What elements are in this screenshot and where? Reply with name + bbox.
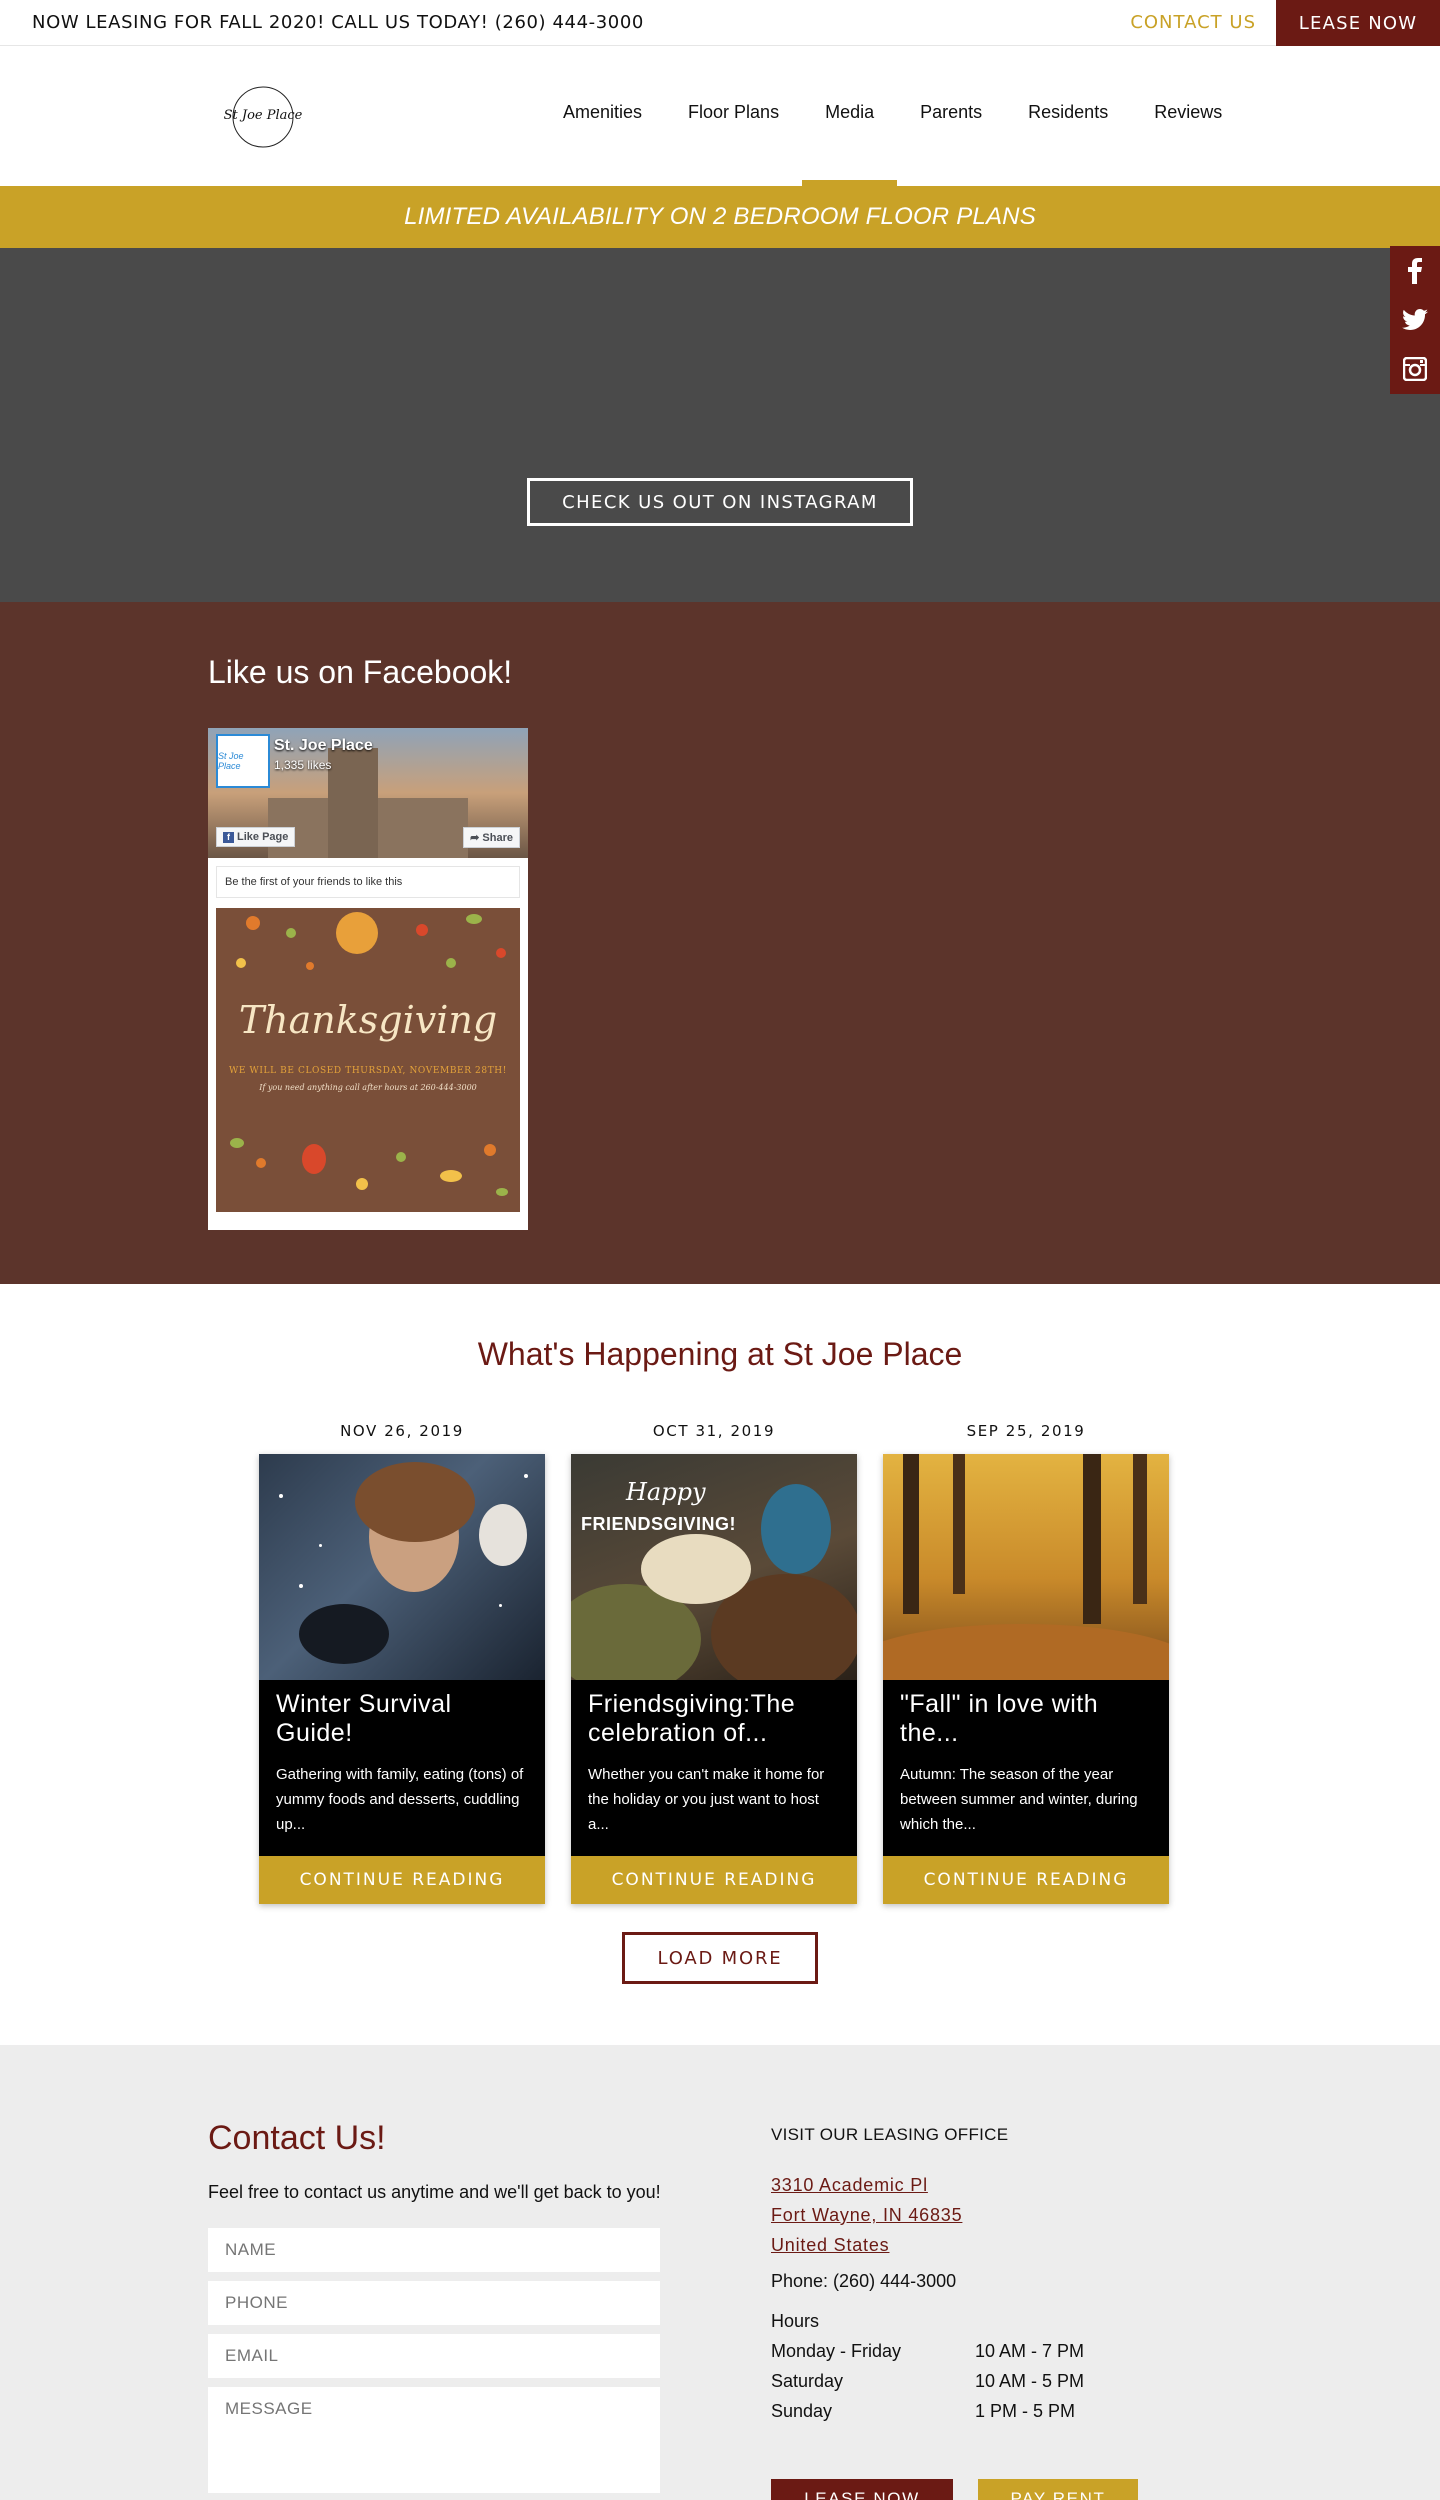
blog-card: SEP 25, 2019 "Fall" in love with the... … [883,1422,1169,1904]
contact-heading: Contact Us! [208,2119,386,2157]
logo-text: St Joe Place [223,108,303,123]
card-title[interactable]: Friendsgiving:The celebration of... [588,1690,840,1748]
facebook-page-name[interactable]: St. Joe Place [274,737,373,755]
card-date: NOV 26, 2019 [340,1422,464,1440]
nav-floor-plans[interactable]: Floor Plans [665,46,802,186]
happening-title: What's Happening at St Joe Place [477,1336,963,1372]
nav-reviews[interactable]: Reviews [1131,46,1245,186]
office-phone: Phone: (260) 444-3000 [771,2271,957,2291]
nav-media[interactable]: Media [802,46,898,186]
card-title[interactable]: "Fall" in love with the... [900,1690,1152,1748]
load-more-button[interactable]: LOAD MORE [622,1932,818,1984]
card-excerpt: Autumn: The season of the year between s… [900,1766,1138,1833]
instagram-button[interactable]: CHECK US OUT ON INSTAGRAM [527,478,913,526]
nav-amenities[interactable]: Amenities [540,46,665,186]
message-field[interactable] [208,2387,660,2493]
facebook-section: Like us on Facebook! St Joe Place St. Jo… [0,602,1440,1284]
facebook-avatar[interactable]: St Joe Place [216,734,270,788]
main-nav: Amenities Floor Plans Media Parents Resi… [540,46,1245,186]
lease-now-button[interactable]: LEASE NOW [1276,0,1440,46]
nav-residents[interactable]: Residents [1005,46,1131,186]
facebook-heading: Like us on Facebook! [208,654,513,690]
availability-banner: LIMITED AVAILABILITY ON 2 BEDROOM FLOOR … [0,186,1440,248]
footer-lease-now-button[interactable]: LEASE NOW [771,2479,953,2500]
contact-section: Contact Us! Feel free to contact us anyt… [0,2045,1440,2500]
card-excerpt: Gathering with family, eating (tons) of … [276,1766,524,1833]
instagram-icon[interactable] [1390,344,1440,393]
card-date: OCT 31, 2019 [652,1422,776,1440]
announcement-text: NOW LEASING FOR FALL 2020! CALL US TODAY… [32,12,644,33]
top-bar: NOW LEASING FOR FALL 2020! CALL US TODAY… [0,0,1440,46]
name-field[interactable] [208,2228,660,2272]
continue-reading-button[interactable]: CONTINUE READING [883,1856,1169,1904]
hours-day: Saturday [771,2371,844,2391]
facebook-icon[interactable] [1390,246,1440,295]
blog-card: OCT 31, 2019 Happy FRIENDSGIVING! Friend… [571,1422,857,1904]
facebook-like-label: Like Page [237,831,289,843]
post-closed-text: WE WILL BE CLOSED THURSDAY, NOVEMBER 28T… [229,1066,507,1076]
facebook-likes-count: 1,335 likes [274,758,332,772]
card-date: SEP 25, 2019 [966,1422,1086,1440]
nav-parents[interactable]: Parents [897,46,1005,186]
blog-card-body[interactable]: Winter Survival Guide! Gathering with fa… [259,1454,545,1904]
friendsgiving-happy-text: Happy [626,1478,706,1506]
phone-field[interactable] [208,2281,660,2325]
address-line-2[interactable]: Fort Wayne, IN 46835 [771,2205,962,2226]
contact-us-link[interactable]: CONTACT US [1130,12,1256,33]
address-line-3[interactable]: United States [771,2235,889,2256]
hours-time: 10 AM - 5 PM [975,2371,1085,2391]
hours-day: Monday - Friday [771,2341,902,2361]
blog-card-body[interactable]: Happy FRIENDSGIVING! Friendsgiving:The c… [571,1454,857,1904]
visit-office-label: VISIT OUR LEASING OFFICE [771,2125,1009,2144]
social-sidebar [1390,246,1440,394]
card-excerpt: Whether you can't make it home for the h… [588,1766,825,1833]
site-header: St Joe Place Amenities Floor Plans Media… [0,46,1440,186]
card-title[interactable]: Winter Survival Guide! [276,1690,528,1748]
post-after-hours-text: If you need anything call after hours at… [259,1083,477,1092]
winter-post-image[interactable] [259,1454,545,1680]
share-arrow-icon: ➦ [470,832,483,844]
blog-card: NOV 26, 2019 Winter Survival Guide! Gath… [259,1422,545,1904]
facebook-share-label: Share [482,832,513,844]
friendsgiving-post-image[interactable]: Happy FRIENDSGIVING! [571,1454,857,1680]
pay-rent-button[interactable]: PAY RENT [978,2479,1138,2500]
facebook-share-button[interactable]: ➦ Share [463,827,520,848]
fall-post-image[interactable] [883,1454,1169,1680]
hours-day: Sunday [771,2401,833,2421]
facebook-page-widget[interactable]: St Joe Place St. Joe Place 1,335 likes f… [208,728,528,1230]
hours-time: 1 PM - 5 PM [975,2401,1076,2421]
contact-intro: Feel free to contact us anytime and we'l… [208,2182,661,2202]
hours-label: Hours [771,2311,820,2331]
facebook-logo-icon: f [223,832,234,843]
blog-card-body[interactable]: "Fall" in love with the... Autumn: The s… [883,1454,1169,1904]
address-line-1[interactable]: 3310 Academic Pl [771,2175,928,2196]
hours-time: 10 AM - 7 PM [975,2341,1085,2361]
friendsgiving-label-text: FRIENDSGIVING! [581,1514,737,1534]
continue-reading-button[interactable]: CONTINUE READING [571,1856,857,1904]
instagram-hero: CHECK US OUT ON INSTAGRAM [0,248,1440,602]
site-logo[interactable]: St Joe Place [220,82,306,152]
continue-reading-button[interactable]: CONTINUE READING [259,1856,545,1904]
post-title: Thanksgiving [238,998,498,1042]
facebook-friends-text: Be the first of your friends to like thi… [216,866,520,898]
facebook-post-image[interactable]: Thanksgiving WE WILL BE CLOSED THURSDAY,… [216,908,520,1212]
facebook-avatar-text: St Joe Place [218,751,244,771]
email-field[interactable] [208,2334,660,2378]
twitter-icon[interactable] [1390,295,1440,344]
facebook-like-button[interactable]: f Like Page [216,827,296,847]
